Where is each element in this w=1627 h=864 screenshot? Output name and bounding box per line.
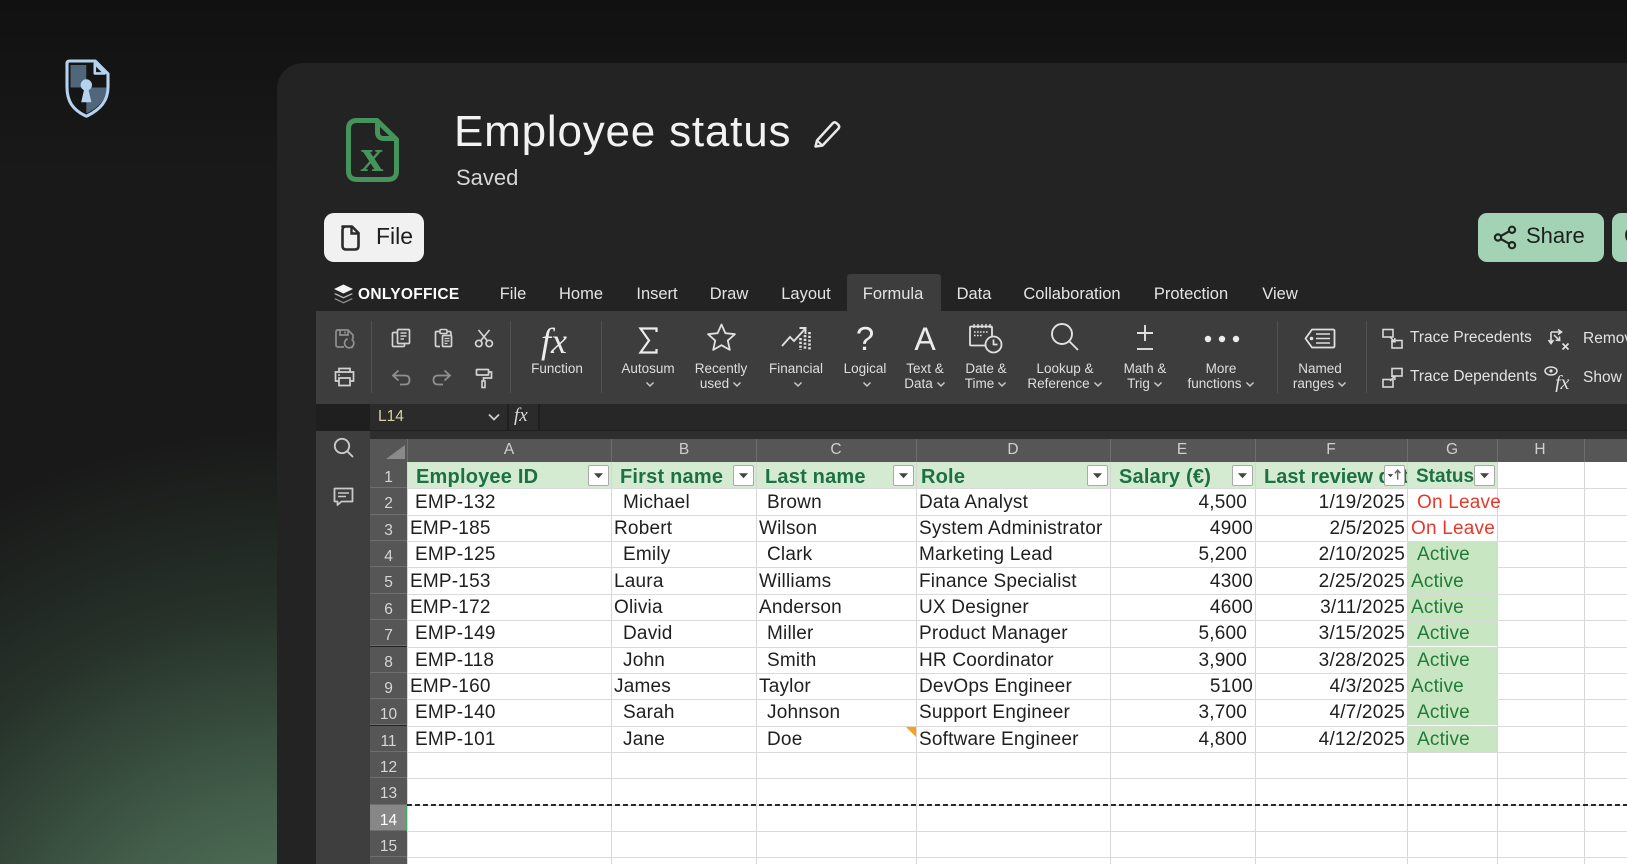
svg-text:x: x [361, 130, 384, 181]
svg-text:fx: fx [1555, 372, 1570, 392]
